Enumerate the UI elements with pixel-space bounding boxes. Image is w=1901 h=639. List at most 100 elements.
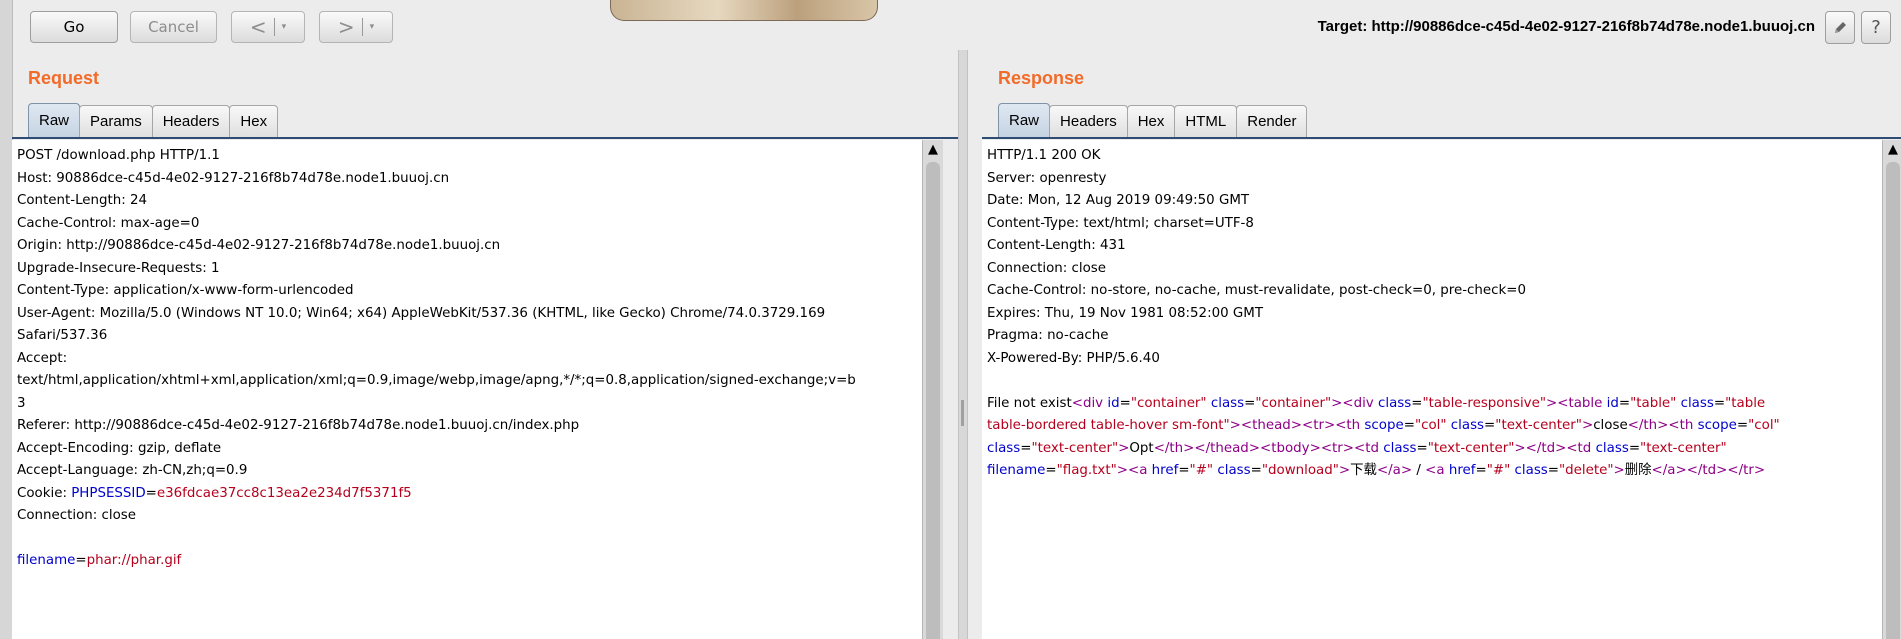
back-button[interactable]: < ▾ [231,11,305,43]
request-header-line: Content-Type: application/x-www-form-url… [17,283,354,298]
code-token: close [1593,418,1628,433]
code-token: = [1618,395,1631,411]
code-token: id [1107,395,1120,411]
code-token: </th><th [1627,418,1698,433]
code-token: class [1450,418,1485,433]
code-token: ></td><td [1514,440,1596,456]
help-button[interactable]: ? [1861,11,1891,44]
code-token: "container" [1130,395,1207,411]
request-scrollbar[interactable]: ▲ [922,140,943,639]
code-token: = [1484,418,1496,433]
code-token: "download" [1261,463,1339,478]
code-token: class [987,440,1021,456]
separator [361,18,363,36]
code-token: "delete" [1559,463,1614,478]
target-label: Target: http://90886dce-c45d-4e02-9127-2… [1317,18,1815,35]
response-tab-hex[interactable]: Hex [1126,105,1176,137]
code-token: class [1383,440,1417,456]
code-token: table-bordered table-hover sm-font" [987,418,1230,433]
help-icon: ? [1871,17,1881,38]
response-tab-headers[interactable]: Headers [1049,105,1128,137]
request-header-line: text/html,application/xhtml+xml,applicat… [17,373,856,388]
back-dropdown-icon[interactable]: ▾ [282,22,287,32]
request-header-line: Upgrade-Insecure-Requests: 1 [17,260,220,276]
code-token: class [1514,463,1548,478]
code-token: "table-responsive" [1422,395,1546,411]
request-tab-hex[interactable]: Hex [229,105,279,137]
code-token: = [1411,395,1423,411]
response-header-line: HTTP/1.1 200 OK [987,148,1101,163]
code-token: ><div [1331,395,1378,411]
request-header-line: 3 [17,395,26,411]
code-token: / [1412,463,1426,478]
code-token: </a></td></tr> [1651,463,1766,478]
forward-dropdown-icon[interactable]: ▾ [370,22,375,32]
response-scrollbar[interactable]: ▲ [1882,140,1901,639]
code-token: > [1581,418,1594,433]
tab-underline [12,137,958,139]
cookie-value: e36fdcae37cc8c13ea2e234d7f5371f5 [156,485,412,501]
code-token: ><table [1546,395,1607,411]
split-pane-divider[interactable] [958,50,968,639]
code-token: > [1338,463,1351,478]
response-tab-render[interactable]: Render [1236,105,1308,137]
code-token: "col" [1748,418,1780,433]
scroll-up-icon[interactable]: ▲ [1883,140,1901,160]
response-body-line: table-bordered table-hover sm-font"><the… [987,415,1882,438]
toolbar: Go Cancel < ▾ > ▾ Target: http://90886dc… [0,0,1901,50]
scroll-up-icon[interactable]: ▲ [923,140,943,160]
request-header-line: Cache-Control: max-age=0 [17,215,200,231]
code-token: "text-center" [1495,418,1582,433]
code-token: = [1119,395,1131,411]
request-panel: Request Raw Params Headers Hex POST /dow… [12,50,958,639]
request-header-lines: POST /download.php HTTP/1.1 Host: 90886dc… [17,145,922,483]
response-header-line: Server: openresty [987,170,1107,186]
code-token: scope [1697,418,1737,433]
response-panel: Response Raw Headers Hex HTML Render HTT… [982,50,1901,639]
code-token: > [1118,440,1130,456]
response-body-line: class="text-center">Opt</th></thead><tbo… [987,438,1882,461]
response-body-line: File not exist<div id="container" class=… [987,393,1882,416]
request-header-line: POST /download.php HTTP/1.1 [17,148,220,163]
code-token: = [1403,418,1415,433]
divider-grip[interactable] [961,400,964,426]
code-token: </a> [1376,463,1413,478]
code-token: = [1628,440,1641,456]
code-token: = [1547,463,1560,478]
cookie-name: PHPSESSID [71,485,146,501]
request-header-line: Origin: http://90886dce-c45d-4e02-9127-2… [17,238,501,253]
code-token: "#" [1189,463,1214,478]
response-body-line: filename="flag.txt"><a href="#" class="d… [987,460,1882,483]
scroll-thumb[interactable] [926,162,940,639]
response-editor[interactable]: HTTP/1.1 200 OK Server: openresty Date: Mo… [982,140,1882,639]
cookie-prefix: Cookie: [17,485,72,501]
request-header-line: Referer: http://90886dce-c45d-4e02-9127-… [17,418,580,433]
request-editor[interactable]: POST /download.php HTTP/1.1 Host: 90886dc… [12,140,922,639]
response-tab-raw[interactable]: Raw [998,103,1051,137]
request-header-line: Accept-Language: zh-CN,zh;q=0.9 [17,463,248,478]
response-header-line: Connection: close [987,260,1107,276]
response-body: File not exist<div id="container" class=… [987,393,1882,483]
separator [273,18,275,36]
request-header-line: Accept: [17,350,68,366]
forward-button[interactable]: > ▾ [319,11,393,43]
request-tab-raw[interactable]: Raw [28,103,81,137]
code-token: ><a [1116,463,1152,478]
cancel-button[interactable]: Cancel [130,11,217,43]
request-header-line: Host: 90886dce-c45d-4e02-9127-216f8b74d7… [17,170,450,186]
code-token: class [1210,395,1245,411]
scroll-thumb[interactable] [1886,162,1900,639]
code-token: </th></thead><tbody><tr><td [1153,440,1384,456]
body-eq: = [75,553,87,568]
request-tab-params[interactable]: Params [79,105,153,137]
body-line: filename=phar://phar.gif [17,550,922,573]
response-tab-html[interactable]: HTML [1174,105,1238,137]
response-title: Response [998,68,1085,88]
code-token: 删除 [1624,463,1652,478]
code-token: class [1377,395,1412,411]
edit-target-button[interactable] [1825,11,1855,44]
connection-line: Connection: close [17,508,137,523]
go-button[interactable]: Go [30,11,118,43]
request-tab-headers[interactable]: Headers [151,105,231,137]
response-header-line: Content-Type: text/html; charset=UTF-8 [987,215,1254,231]
